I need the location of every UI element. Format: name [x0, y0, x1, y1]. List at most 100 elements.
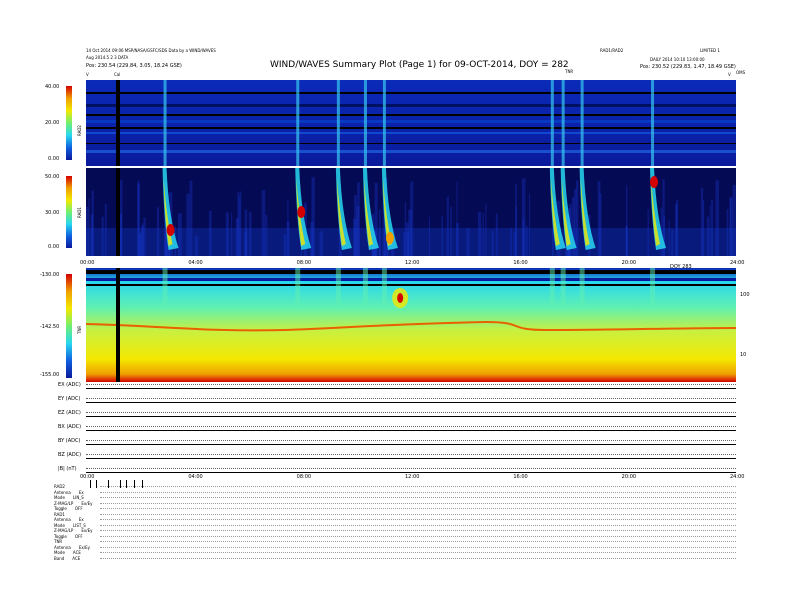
event-tick: [96, 480, 97, 488]
channel-label: BY (ADC): [58, 438, 81, 444]
legend-key: Band: [54, 555, 65, 561]
legend-value: LIST_S: [72, 522, 86, 528]
legend-row: Band ACE: [54, 556, 80, 561]
tnr-burst: [362, 268, 368, 308]
channel-trace: [86, 398, 736, 399]
legend-row: Antenna Ex: [54, 490, 84, 495]
tnr-burst: [162, 268, 168, 308]
cal-line-tnr: [116, 268, 120, 382]
legend-dots: [100, 497, 736, 498]
channel-baseline: [86, 430, 736, 431]
axis1-tick-label: 24:00: [730, 260, 745, 266]
rad1-hotspot: [385, 232, 394, 244]
legend-dots: [100, 541, 736, 542]
channel-baseline: [86, 458, 736, 459]
legend-key: Toggle: [54, 533, 67, 539]
rad1-spectrogram: [86, 168, 736, 256]
rad2-band: [86, 120, 736, 123]
channel-baseline: [86, 444, 736, 445]
event-ticks: [90, 480, 143, 488]
rad1-tick-bottom: 0.00: [48, 244, 60, 250]
legend-value: ACE: [72, 550, 81, 555]
rad1-tick-top: 50.00: [45, 174, 60, 180]
channel-label: EY (ADC): [58, 396, 81, 402]
axis1-tick-label: 20:00: [621, 260, 637, 266]
tnr-colorbar: [66, 274, 72, 378]
legend-row: TNR: [54, 539, 70, 544]
legend-value: Ex/Ey: [78, 544, 90, 550]
legend-value: OFF: [74, 533, 83, 539]
legend-row: Z-MAG/LP Ex/Ey: [54, 528, 92, 533]
legend-key: RAD1: [54, 511, 65, 517]
tnr-tick-mid: -142.50: [40, 324, 60, 330]
legend-dots: [100, 557, 736, 559]
legend-row: RAD1: [54, 512, 73, 517]
legend-dots: [100, 502, 736, 504]
channel-label: |B| (nT): [58, 466, 77, 472]
rad2-colorbar: [66, 86, 72, 160]
rad1-ylabel: RAD1: [77, 207, 82, 218]
channel-baseline: [86, 416, 736, 417]
legend-dots: [100, 535, 736, 537]
tnr-tick-bottom: -155.00: [40, 372, 60, 378]
legend-row: Antenna Ex: [54, 517, 84, 522]
tnr-burst: [381, 268, 387, 308]
rad2-burst: [382, 80, 386, 166]
legend-key: Z-MAG/LP: [54, 528, 74, 533]
legend-key: Toggle: [54, 506, 67, 511]
rad1-hotspot: [297, 206, 306, 218]
channel-baseline: [86, 388, 736, 389]
rad2-ylabel: RAD2: [77, 125, 82, 136]
rad2-tick-top: 40.00: [45, 84, 60, 90]
axis1-tick-label: 12:00: [405, 260, 420, 266]
legend-value: OFF: [74, 506, 83, 511]
rad2-band: [86, 114, 736, 116]
legend-dots: [100, 519, 736, 520]
legend-value: Ex: [78, 489, 84, 495]
tnr-hotspot-core: [397, 293, 404, 303]
channel-baseline: [86, 402, 736, 403]
header-right-line3: DAILY 2014 10:10 13:00:00: [650, 57, 705, 62]
channel-label: EZ (ADC): [58, 410, 81, 416]
legend-key: Antenna: [54, 489, 71, 495]
legend-dots: [100, 508, 736, 509]
tnr-header-label: TNR: [565, 69, 574, 74]
tnr-tick-top: -130.00: [40, 272, 60, 278]
channel-label: BZ (ADC): [58, 452, 82, 458]
tnr-right-tick-10: 10: [740, 352, 747, 358]
rad2-band: [86, 92, 736, 94]
legend-key: Mode: [54, 522, 65, 528]
legend-row: RAD2: [54, 484, 73, 489]
rad1-tick-mid: 30.00: [45, 210, 60, 216]
rad2-tick-bottom: 0.00: [48, 156, 60, 162]
rad2-spectrogram: [86, 80, 736, 166]
rad2-band: [86, 143, 736, 144]
tnr-ylabel: TNR: [77, 325, 82, 334]
legend-row: Toggle OFF: [54, 534, 83, 539]
channel-label: BX (ADC): [58, 424, 82, 430]
channel-trace: [86, 412, 736, 413]
header-left-position: Pos: 230.54 (229.84, 3.05, 18.24 GSE): [86, 63, 182, 69]
tnr-spectrogram: [86, 268, 736, 382]
v-marker-right: V: [728, 72, 731, 77]
legend-key: TNR: [54, 539, 63, 544]
axis1-tick-label: 04:00: [188, 260, 203, 266]
end-label: OMS: [736, 70, 746, 75]
legend-key: Antenna: [54, 517, 71, 522]
channel-trace: [86, 468, 736, 469]
channel-trace: [86, 440, 736, 441]
cal-label: Cal: [114, 72, 121, 77]
event-tick: [90, 480, 91, 488]
legend-value: ACE: [72, 555, 81, 561]
legend-row: Mode LIN_S: [54, 495, 84, 500]
page-title: WIND/WAVES Summary Plot (Page 1) for 09-…: [270, 60, 569, 70]
legend-dots: [100, 513, 736, 515]
legend-value: Ex/Ey: [81, 500, 93, 506]
legend-dots: [100, 486, 736, 487]
legend-dots: [100, 552, 736, 553]
header-right-position: Pos: 230.52 (229.83, 1.47, 18.49 GSE): [640, 64, 736, 70]
tnr-burst: [295, 268, 301, 308]
channel-baseline: [86, 472, 736, 473]
rad1-colorbar: [66, 176, 72, 248]
cal-line-rad1: [116, 168, 120, 256]
